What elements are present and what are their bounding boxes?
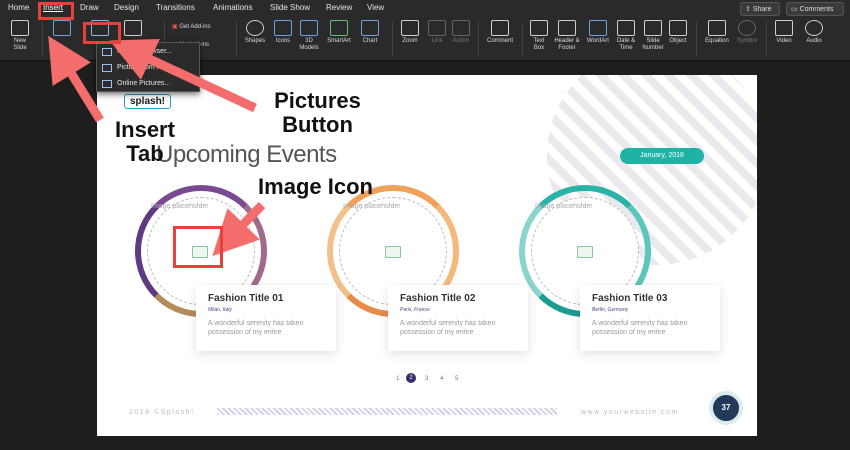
image-icon-label: Image Icon — [258, 174, 373, 199]
annotation-arrows — [48, 35, 266, 257]
arrow-to-image-icon — [212, 201, 266, 257]
arrow-to-insert-tab — [48, 35, 104, 123]
insert-tab-label: Insert Tab — [115, 117, 175, 166]
pictures-button-label: Pictures Button — [274, 88, 361, 137]
pictures-button-highlight — [83, 22, 121, 44]
insert-tab-highlight — [38, 2, 74, 20]
image-icon-highlight — [173, 226, 223, 268]
arrow-to-pictures-button — [109, 39, 257, 113]
